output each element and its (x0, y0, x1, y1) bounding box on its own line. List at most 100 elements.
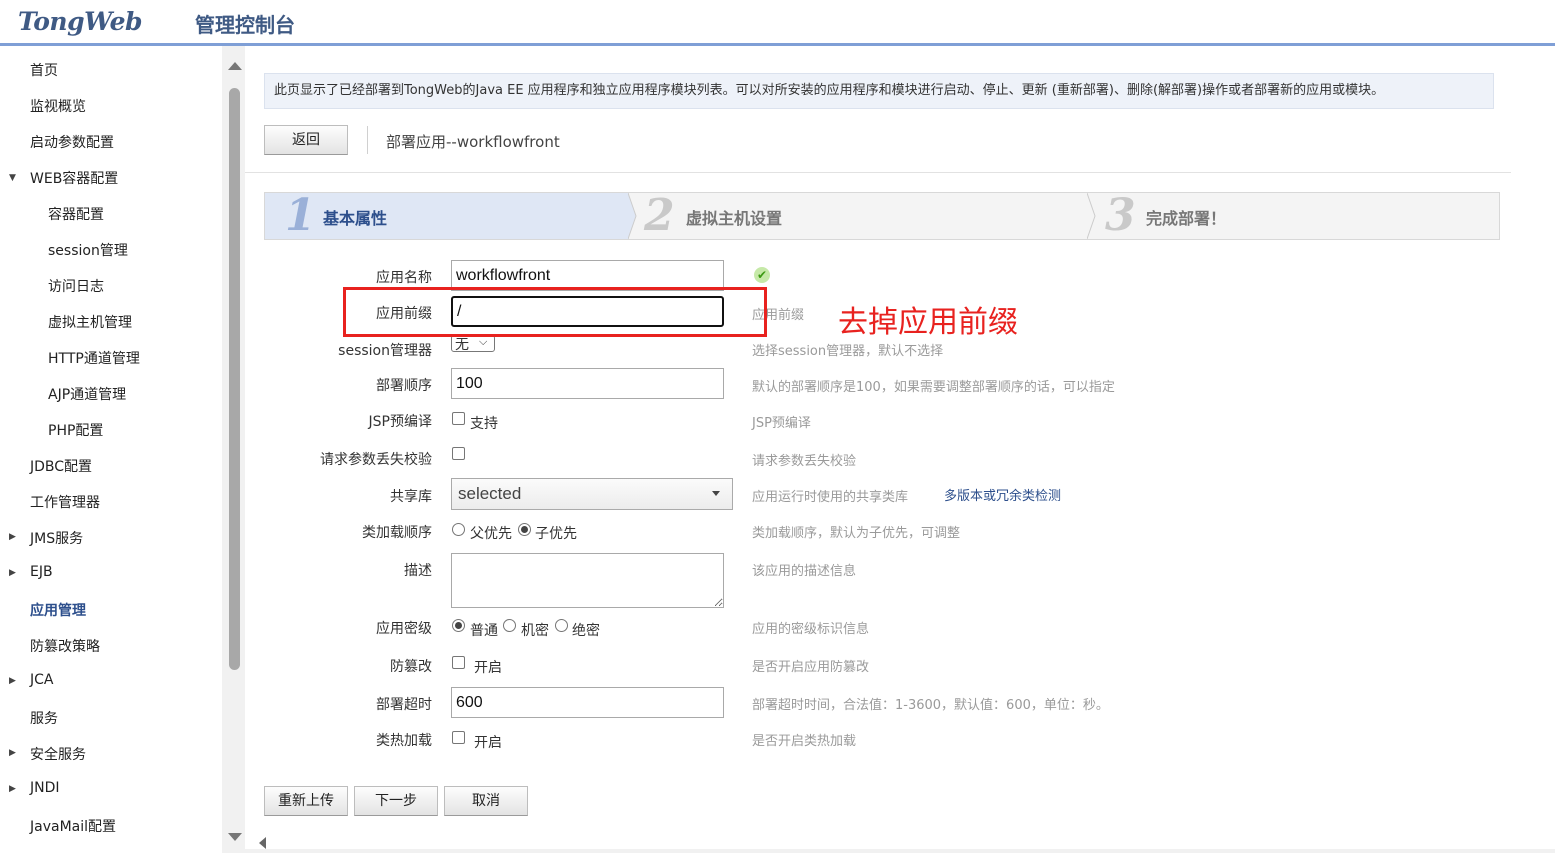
security-level-label: 应用密级 (376, 621, 432, 637)
hot-reload-label: 类热加载 (376, 733, 432, 749)
deploy-timeout-input[interactable] (451, 687, 724, 718)
dropdown-arrow-icon (712, 491, 720, 496)
session-manager-value: 无 (455, 337, 469, 352)
sidebar-item-tamper-policy[interactable]: 防篡改策略 (30, 636, 100, 656)
hot-reload-checkbox[interactable] (452, 731, 465, 744)
step-complete: 3 完成部署！ (1101, 193, 1499, 239)
sidebar-nav: 首页 监视概览 启动参数配置 ▼ WEB容器配置 容器配置 session管理 … (0, 46, 222, 853)
step-virtual-host: 2 虚拟主机设置 (640, 193, 1090, 239)
wizard-steps: 1 基本属性 2 虚拟主机设置 3 完成部署！ (264, 192, 1500, 240)
parent-first-radio[interactable] (452, 523, 465, 536)
security-secret-option: 机密 (521, 623, 549, 639)
tamper-proof-checkbox[interactable] (452, 656, 465, 669)
sidebar-item-security[interactable]: 安全服务 (30, 744, 86, 764)
session-manager-select[interactable]: 无 ⌵ (451, 335, 495, 352)
sidebar-item-work-manager[interactable]: 工作管理器 (30, 492, 100, 512)
sidebar-item-virtual-host[interactable]: 虚拟主机管理 (48, 312, 132, 332)
step-arrow-icon (1087, 193, 1096, 239)
sidebar-item-access-log[interactable]: 访问日志 (48, 276, 104, 296)
sidebar-item-ejb[interactable]: EJB (30, 564, 53, 580)
annotation-highlight-box (343, 287, 767, 337)
jsp-precompile-checkbox[interactable] (452, 412, 465, 425)
tamper-proof-hint: 是否开启应用防篡改 (752, 660, 870, 675)
sidebar-item-jca[interactable]: JCA (30, 672, 53, 688)
jsp-precompile-label: JSP预编译 (368, 414, 432, 430)
sidebar-item-home[interactable]: 首页 (30, 60, 58, 80)
reupload-button[interactable]: 重新上传 (264, 786, 348, 816)
deploy-timeout-hint: 部署超时时间，合法值：1-3600，默认值：600，单位：秒。 (752, 698, 1109, 713)
collapsed-arrow-icon[interactable]: ▶ (9, 532, 16, 542)
session-manager-hint: 选择session管理器，默认不选择 (752, 344, 944, 359)
description-label: 描述 (404, 563, 432, 579)
sidebar-item-container-config[interactable]: 容器配置 (48, 204, 104, 224)
step-label: 完成部署！ (1146, 209, 1227, 228)
scroll-down-arrow-icon[interactable] (228, 833, 242, 841)
security-top-secret-radio[interactable] (555, 619, 568, 632)
step-number: 2 (644, 190, 675, 241)
sidebar-item-web-container[interactable]: WEB容器配置 (30, 168, 118, 188)
collapsed-arrow-icon[interactable]: ▶ (9, 748, 16, 758)
description-hint: 该应用的描述信息 (752, 564, 857, 579)
page-breadcrumb: 部署应用--workflowfront (386, 133, 560, 151)
step-arrow-icon (628, 193, 637, 239)
multi-version-check-link[interactable]: 多版本或冗余类检测 (944, 485, 1061, 504)
divider (245, 172, 1511, 173)
app-name-label: 应用名称 (376, 270, 432, 286)
cancel-button[interactable]: 取消 (444, 786, 528, 816)
sidebar-item-startup-params[interactable]: 启动参数配置 (30, 132, 114, 152)
collapsed-arrow-icon[interactable]: ▶ (9, 568, 16, 578)
child-first-option: 子优先 (535, 526, 577, 542)
console-title: 管理控制台 (195, 13, 295, 37)
step-number: 1 (285, 190, 316, 241)
divider (367, 126, 368, 154)
hot-reload-option: 开启 (474, 735, 502, 751)
step-label: 基本属性 (323, 209, 388, 228)
security-normal-radio[interactable] (452, 619, 465, 632)
sidebar-item-services[interactable]: 服务 (30, 708, 58, 728)
jsp-precompile-option: 支持 (470, 416, 498, 432)
sidebar-item-php[interactable]: PHP配置 (48, 420, 103, 440)
param-loss-checkbox[interactable] (452, 447, 465, 460)
child-first-radio[interactable] (518, 523, 531, 536)
annotation-text: 去掉应用前缀 (838, 305, 1018, 340)
tamper-proof-label: 防篡改 (390, 659, 432, 675)
sidebar-item-jndi[interactable]: JNDI (30, 780, 60, 796)
security-normal-option: 普通 (470, 623, 498, 639)
expanded-arrow-icon[interactable]: ▼ (9, 173, 16, 183)
sidebar-item-monitor[interactable]: 监视概览 (30, 96, 86, 116)
class-load-order-label: 类加载顺序 (362, 525, 432, 541)
description-textarea[interactable] (451, 553, 724, 608)
sidebar-item-http-channel[interactable]: HTTP通道管理 (48, 348, 140, 368)
app-header: TongWeb 管理控制台 (0, 0, 1555, 46)
param-loss-hint: 请求参数丢失校验 (752, 454, 857, 469)
sidebar-item-javamail[interactable]: JavaMail配置 (30, 816, 116, 836)
tamper-proof-option: 开启 (474, 660, 502, 676)
chevron-down-icon: ⌵ (479, 335, 488, 348)
next-button[interactable]: 下一步 (354, 786, 438, 816)
deploy-order-hint: 默认的部署顺序是100，如果需要调整部署顺序的话，可以指定 (752, 380, 1115, 395)
security-secret-radio[interactable] (503, 619, 516, 632)
parent-first-option: 父优先 (470, 526, 512, 542)
horizontal-scrollbar[interactable] (245, 849, 1555, 853)
sidebar-item-jdbc[interactable]: JDBC配置 (30, 456, 92, 476)
back-button[interactable]: 返回 (264, 125, 348, 155)
scroll-left-arrow-icon[interactable] (259, 837, 266, 849)
shared-lib-label: 共享库 (390, 489, 432, 505)
sidebar-item-app-management[interactable]: 应用管理 (30, 600, 86, 620)
step-label: 虚拟主机设置 (686, 209, 783, 228)
sidebar-item-jms[interactable]: JMS服务 (30, 528, 83, 548)
scroll-up-arrow-icon[interactable] (228, 62, 242, 70)
security-level-hint: 应用的密级标识信息 (752, 622, 870, 637)
sidebar-item-ajp-channel[interactable]: AJP通道管理 (48, 384, 126, 404)
shared-lib-value: selected (458, 484, 522, 503)
deploy-order-input[interactable] (451, 368, 724, 399)
collapsed-arrow-icon[interactable]: ▶ (9, 784, 16, 794)
tongweb-logo: TongWeb (18, 7, 143, 36)
shared-lib-hint: 应用运行时使用的共享类库 (752, 490, 909, 505)
step-number: 3 (1105, 190, 1136, 241)
step-basic-properties: 1 基本属性 (265, 193, 629, 239)
collapsed-arrow-icon[interactable]: ▶ (9, 676, 16, 686)
hot-reload-hint: 是否开启类热加载 (752, 734, 857, 749)
sidebar-item-session[interactable]: session管理 (48, 240, 128, 260)
shared-lib-select[interactable]: selected (451, 478, 733, 510)
